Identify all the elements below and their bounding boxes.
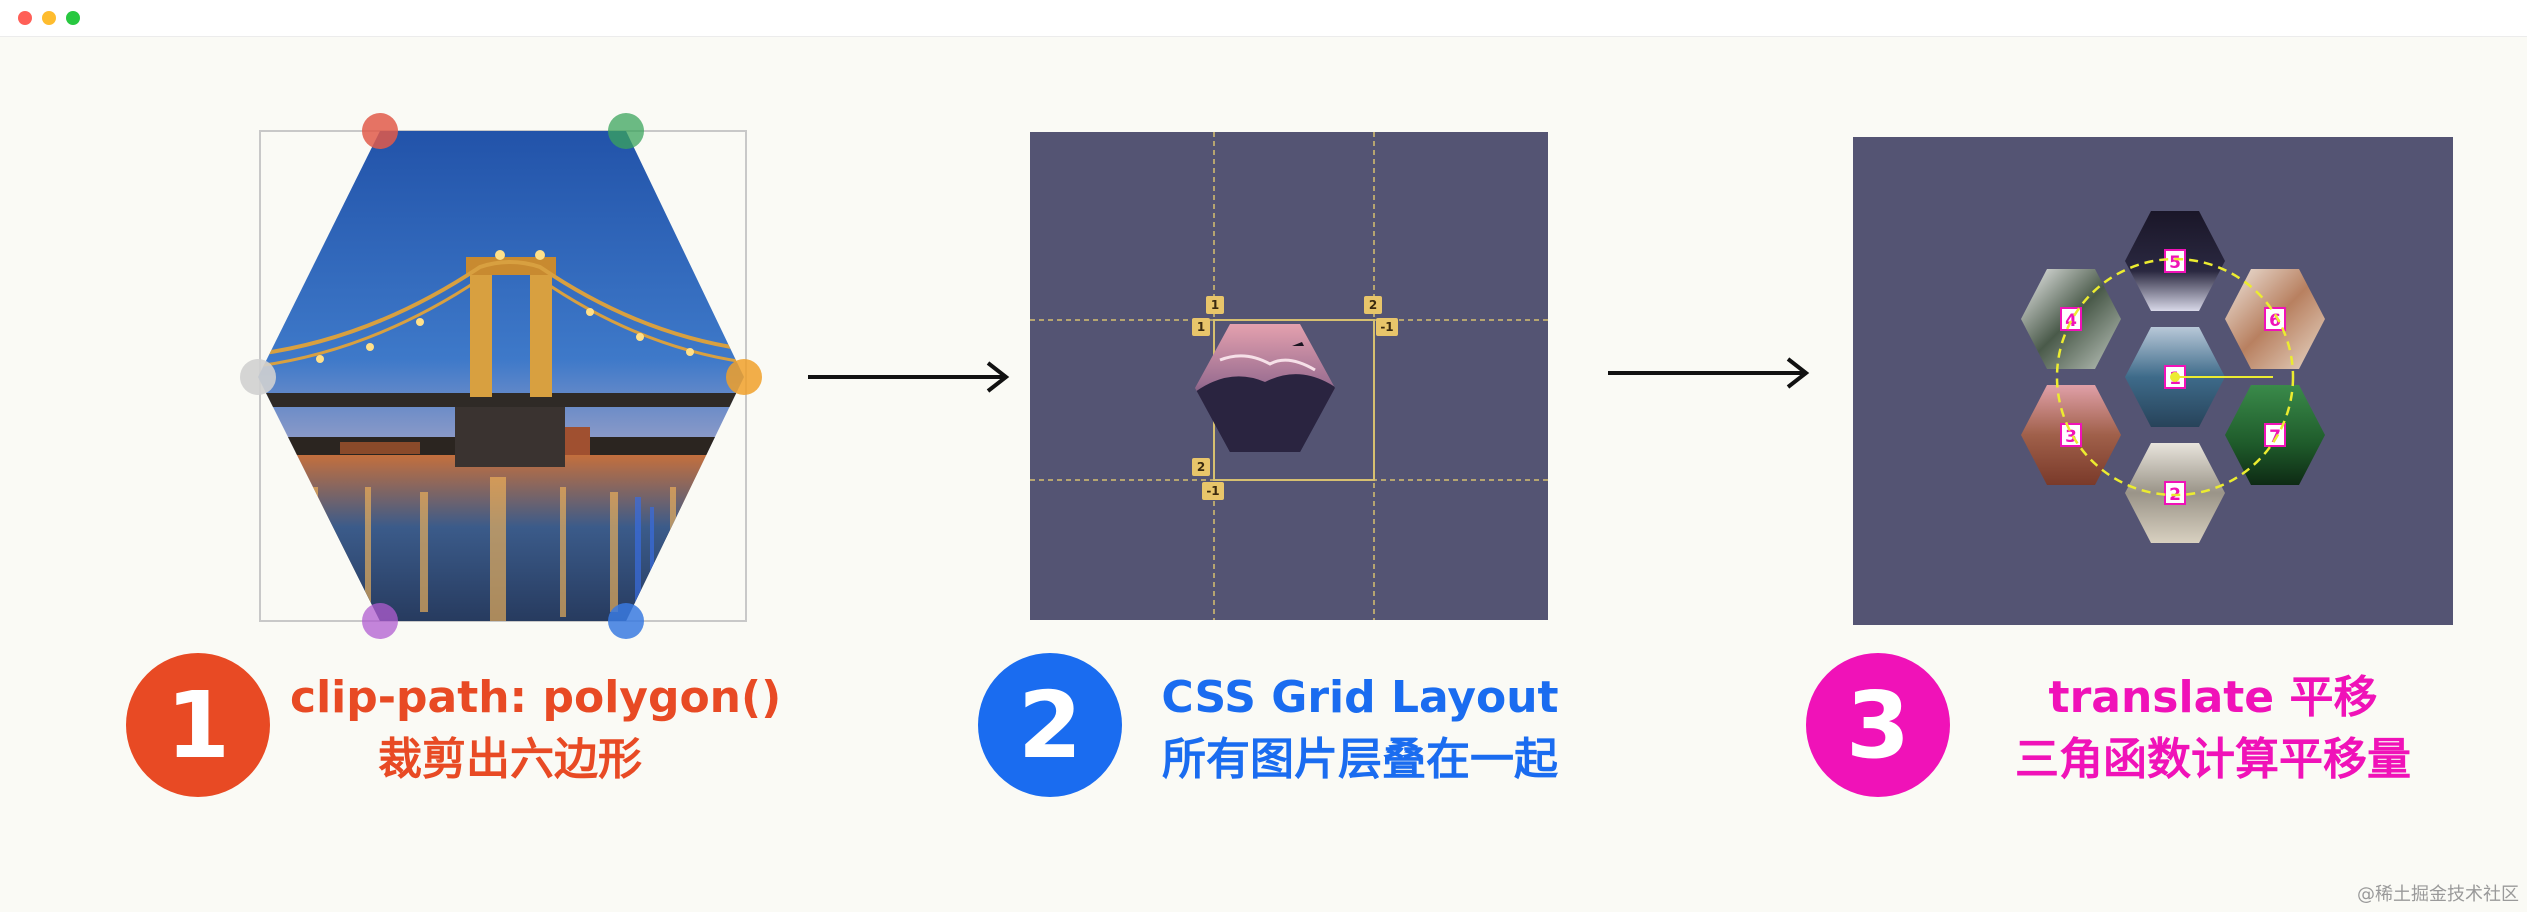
hexagon-index-label: 3 [2065, 427, 2077, 447]
hexagon-index-label: 7 [2269, 427, 2281, 447]
step-caption: clip-path: polygon() 裁剪出六边形 [290, 667, 782, 791]
step-caption: CSS Grid Layout 所有图片层叠在一起 [1130, 667, 1590, 791]
grid-tag: 1 [1211, 298, 1219, 312]
center-point [2170, 372, 2180, 382]
minimize-window-button[interactable] [42, 11, 56, 25]
step-number-badge: 2 [978, 653, 1122, 797]
grid-tag: -1 [1206, 484, 1219, 498]
arrow-right-icon [808, 361, 1010, 393]
grid-tag: 1 [1197, 320, 1205, 334]
window-titlebar [0, 0, 2527, 37]
clip-path-hexagon-illustration [240, 113, 762, 639]
grid-tag: -1 [1380, 320, 1393, 334]
arrow-right-icon [1608, 357, 1810, 389]
translate-illustration: 1234567 [1853, 137, 2453, 625]
maximize-window-button[interactable] [66, 11, 80, 25]
close-window-button[interactable] [18, 11, 32, 25]
grid-tag: 2 [1197, 460, 1205, 474]
step-caption-line2: 三角函数计算平移量 [2015, 734, 2411, 785]
step-caption-line1: translate 平移 [2048, 672, 2378, 723]
polygon-point-bottom-right [608, 603, 644, 639]
grid-tag: 2 [1369, 298, 1377, 312]
polygon-point-left [240, 359, 276, 395]
hexagon-index-label: 5 [2169, 253, 2181, 273]
watermark: @稀土掘金技术社区 [2357, 884, 2519, 905]
polygon-point-top-right [608, 113, 644, 149]
bridge-photo [258, 131, 744, 621]
diagram-canvas: 1 2 1 -1 2 -1 1234567 [0, 37, 2527, 912]
step-caption: translate 平移 三角函数计算平移量 [1978, 667, 2448, 791]
step-caption-line1: CSS Grid Layout [1161, 672, 1559, 723]
step-number-badge: 1 [126, 653, 270, 797]
polygon-point-right [726, 359, 762, 395]
step-caption-line1: clip-path: polygon() [290, 672, 782, 723]
grid-layout-illustration: 1 2 1 -1 2 -1 [1030, 132, 1548, 620]
step-number-badge: 3 [1806, 653, 1950, 797]
step-caption-line2: 所有图片层叠在一起 [1162, 734, 1558, 785]
polygon-point-top-left [362, 113, 398, 149]
step-caption-line2: 裁剪出六边形 [378, 734, 642, 785]
polygon-point-bottom-left [362, 603, 398, 639]
